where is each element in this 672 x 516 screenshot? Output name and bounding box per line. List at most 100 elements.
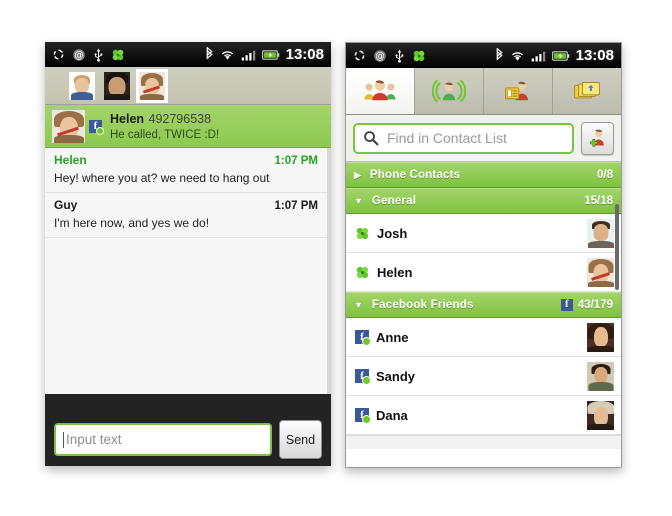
avatar-guy[interactable] [104, 71, 130, 100]
message-item: Helen 1:07 PM Hey! where you at? we need… [45, 148, 327, 193]
facebook-icon: f [560, 299, 573, 311]
facebook-online-icon: f [355, 330, 371, 346]
contact-name: Helen [377, 264, 413, 280]
group-count: 15/18 [584, 195, 613, 207]
clover-icon [356, 227, 369, 239]
contact-name: Dana [376, 407, 408, 423]
contact-row-sandy[interactable]: f Sandy [346, 357, 621, 396]
bluetooth-icon [496, 48, 503, 61]
message-text: Hey! where you at? we need to hang out [54, 171, 270, 185]
right-status-clock: 13:08 [575, 47, 614, 64]
conversation-header[interactable]: f Helen 492796538 He called, TWICE :D! [45, 105, 331, 148]
bluetooth-icon [206, 47, 213, 60]
contact-row-anne[interactable]: f Anne [346, 318, 621, 357]
contact-name: Sandy [376, 368, 416, 384]
search-icon [364, 131, 379, 146]
message-list[interactable]: Helen 1:07 PM Hey! where you at? we need… [45, 148, 331, 394]
message-input-placeholder: Input text [66, 432, 122, 447]
contact-row-josh[interactable]: Josh [346, 214, 621, 253]
message-time: 1:07 PM [274, 155, 318, 167]
group-name: General [371, 195, 417, 207]
email-icon: @ [73, 48, 85, 61]
broadcast-person-icon [432, 79, 466, 103]
search-input[interactable]: Find in Contact List [353, 122, 574, 154]
sync-icon [53, 49, 64, 60]
conversation-header-text: Helen 492796538 He called, TWICE :D! [110, 110, 219, 143]
avatar-image [587, 400, 614, 430]
contact-list[interactable]: ▶ Phone Contacts 0/8 ▼ General 15/18 Jos… [346, 161, 621, 467]
contact-avatar [587, 322, 614, 352]
avatar-image [104, 71, 130, 100]
contact-avatar [587, 218, 614, 248]
conversation-contact-avatar [52, 109, 85, 143]
svg-text:@: @ [74, 50, 83, 61]
phone-left-chat-screen: @ 13:08 f Helen 492796538 He called, TWI… [45, 42, 331, 466]
usb-icon [94, 48, 103, 62]
message-item: Guy 1:07 PM I'm here now, and yes we do! [45, 193, 327, 238]
clover-icon [112, 49, 124, 60]
tab-bar [346, 68, 621, 115]
email-icon: @ [374, 49, 386, 62]
wifi-icon [511, 52, 523, 61]
list-footer-spacer [346, 435, 621, 449]
phone-right-contacts-screen: @ 13:08 Find in Contact List ▶ Phone Con… [345, 42, 622, 468]
conversation-title-line: Helen 492796538 [110, 110, 219, 128]
facebook-icon: f [89, 119, 104, 135]
text-caret [63, 431, 64, 448]
cards-stack-icon [574, 82, 600, 99]
contact-row-helen[interactable]: Helen [346, 253, 621, 292]
message-meta: Guy 1:07 PM [54, 198, 318, 212]
tab-cards-stack[interactable] [553, 68, 621, 114]
group-count: 43/179 [577, 299, 613, 311]
message-author: Helen [54, 153, 87, 167]
message-input[interactable]: Input text [54, 423, 272, 456]
left-status-clock: 13:08 [285, 46, 324, 63]
right-status-icons-right: 13:08 [495, 43, 614, 68]
conversation-contact-name: Helen [110, 111, 145, 126]
presence-dot [362, 337, 371, 346]
chevron-down-icon: ▼ [354, 195, 363, 206]
contact-card-icon [505, 81, 529, 101]
tab-contact-card[interactable] [484, 68, 553, 114]
contact-avatar [587, 400, 614, 430]
contact-name: Josh [377, 225, 408, 241]
avatar-josh[interactable] [69, 71, 95, 100]
message-time: 1:07 PM [274, 200, 318, 212]
tab-broadcast[interactable] [415, 68, 484, 114]
group-count: 0/8 [597, 169, 613, 181]
wifi-icon [221, 51, 233, 60]
contact-row-dana[interactable]: f Dana [346, 396, 621, 435]
contacts-group-icon [364, 80, 396, 101]
tab-contacts[interactable] [346, 68, 415, 114]
conversation-avatar-strip[interactable] [45, 67, 331, 105]
clover-icon [356, 266, 369, 278]
list-scrollbar[interactable] [615, 204, 619, 290]
group-name: Phone Contacts [369, 169, 461, 181]
avatar-image [139, 71, 165, 100]
group-header-general[interactable]: ▼ General 15/18 [346, 188, 621, 214]
add-contact-button[interactable] [581, 121, 614, 155]
clover-icon [413, 50, 425, 61]
message-author: Guy [54, 198, 78, 212]
avatar-image [587, 361, 614, 391]
left-status-bar: @ 13:08 [45, 42, 331, 67]
presence-dot [362, 415, 371, 424]
right-status-icons-left: @ [346, 49, 426, 63]
signal-icon [241, 50, 255, 61]
send-button[interactable]: Send [279, 420, 322, 459]
search-input-placeholder: Find in Contact List [387, 130, 507, 146]
avatar-image [587, 257, 614, 287]
signal-icon [531, 51, 545, 62]
group-header-phone-contacts[interactable]: ▶ Phone Contacts 0/8 [346, 162, 621, 188]
avatar-image [587, 322, 614, 352]
group-header-facebook-friends[interactable]: ▼ Facebook Friends f 43/179 [346, 292, 621, 318]
avatar-helen[interactable] [136, 68, 168, 103]
right-status-bar: @ 13:08 [346, 43, 621, 68]
message-meta: Helen 1:07 PM [54, 153, 318, 167]
battery-icon [261, 49, 279, 60]
svg-text:@: @ [375, 51, 384, 62]
conversation-contact-number: 492796538 [148, 111, 212, 126]
avatar-image [69, 71, 95, 100]
facebook-online-icon: f [355, 369, 371, 385]
avatar-image [587, 218, 614, 248]
